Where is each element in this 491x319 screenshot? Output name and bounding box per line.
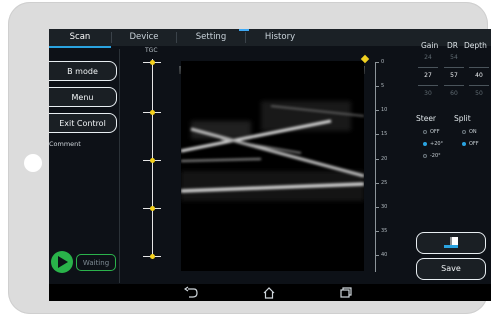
gain-next[interactable]: 30 (418, 90, 438, 97)
split-on-radio[interactable] (462, 130, 466, 134)
back-icon[interactable] (184, 286, 198, 299)
ultrasound-image[interactable] (181, 61, 364, 271)
depth-tick (375, 255, 379, 256)
dr-divider (444, 85, 464, 86)
steer-off-radio[interactable] (423, 130, 427, 134)
depth-value[interactable]: 40 (469, 72, 489, 79)
dr-prev[interactable]: 54 (444, 54, 464, 61)
depth-tick (375, 183, 379, 184)
gain-divider (418, 67, 438, 68)
depth-tick (375, 231, 379, 232)
steer-label: Steer (416, 114, 437, 123)
split-off-radio[interactable] (462, 142, 466, 146)
dr-header: DR (447, 41, 458, 50)
gain-divider (418, 85, 438, 86)
depth-tick (375, 134, 379, 135)
tab-setting[interactable]: Setting (177, 29, 245, 46)
menu-button[interactable]: Menu (49, 87, 117, 107)
depth-label: 40 (381, 252, 388, 258)
split-off-label: OFF (469, 141, 479, 147)
play-icon (58, 256, 68, 268)
steer-minus20-radio[interactable] (423, 154, 427, 158)
tab-history[interactable]: History (246, 29, 314, 46)
steer-plus20-radio[interactable] (423, 142, 427, 146)
depth-tick (375, 86, 379, 87)
tablet-frame: Scan Device Setting History B mode Menu … (8, 2, 491, 314)
depth-label: 5 (381, 83, 385, 89)
depth-label: 10 (381, 107, 388, 113)
depth-tick (375, 62, 379, 63)
tgc-slider-3[interactable] (150, 158, 155, 163)
split-on-label: ON (469, 129, 477, 135)
depth-tick (375, 159, 379, 160)
b-mode-button[interactable]: B mode (49, 61, 117, 81)
depth-tick (375, 207, 379, 208)
tgc-slider-1[interactable] (150, 60, 155, 65)
depth-label: 20 (381, 156, 388, 162)
split-label: Split (454, 114, 471, 123)
split-view-button[interactable] (416, 232, 486, 254)
depth-scale (375, 62, 376, 272)
dr-next[interactable]: 60 (444, 90, 464, 97)
depth-label: 0 (381, 59, 385, 65)
tab-scan[interactable]: Scan (49, 29, 111, 46)
steer-plus20-label: +20° (430, 141, 444, 147)
exit-control-button[interactable]: Exit Control (49, 113, 117, 133)
dr-value[interactable]: 57 (444, 72, 464, 79)
tab-indicator (239, 29, 249, 31)
recent-apps-icon[interactable] (339, 286, 353, 299)
status-waiting: Waiting (76, 254, 116, 271)
depth-next[interactable]: 50 (469, 90, 489, 97)
system-nav-bar (49, 284, 491, 301)
split-view-icon (444, 237, 458, 248)
depth-divider (469, 67, 489, 68)
play-button[interactable] (51, 251, 73, 273)
depth-label: 35 (381, 228, 388, 234)
depth-label: 15 (381, 131, 388, 137)
comment-label[interactable]: Comment (49, 140, 81, 148)
depth-tick (375, 110, 379, 111)
save-button[interactable]: Save (416, 258, 486, 280)
steer-off-label: OFF (430, 129, 440, 135)
home-icon[interactable] (262, 286, 276, 299)
active-tab-underline (49, 46, 111, 48)
tgc-slider-5[interactable] (150, 254, 155, 259)
tgc-slider-2[interactable] (150, 110, 155, 115)
steer-minus20-label: -20° (430, 153, 441, 159)
depth-label: 25 (381, 180, 388, 186)
tgc-slider-4[interactable] (150, 206, 155, 211)
home-hardware-button[interactable] (24, 154, 42, 172)
tab-device[interactable]: Device (112, 29, 176, 46)
depth-divider (469, 85, 489, 86)
panel-divider (119, 49, 120, 283)
tgc-label: TGC (145, 47, 158, 54)
depth-label: 30 (381, 204, 388, 210)
ultrasound-echo-pattern (181, 61, 364, 271)
gain-prev[interactable]: 24 (418, 54, 438, 61)
gain-header: Gain (421, 41, 439, 50)
depth-header: Depth (464, 41, 487, 50)
gain-value[interactable]: 27 (418, 72, 438, 79)
dr-divider (444, 67, 464, 68)
app-screen: Scan Device Setting History B mode Menu … (49, 29, 491, 301)
